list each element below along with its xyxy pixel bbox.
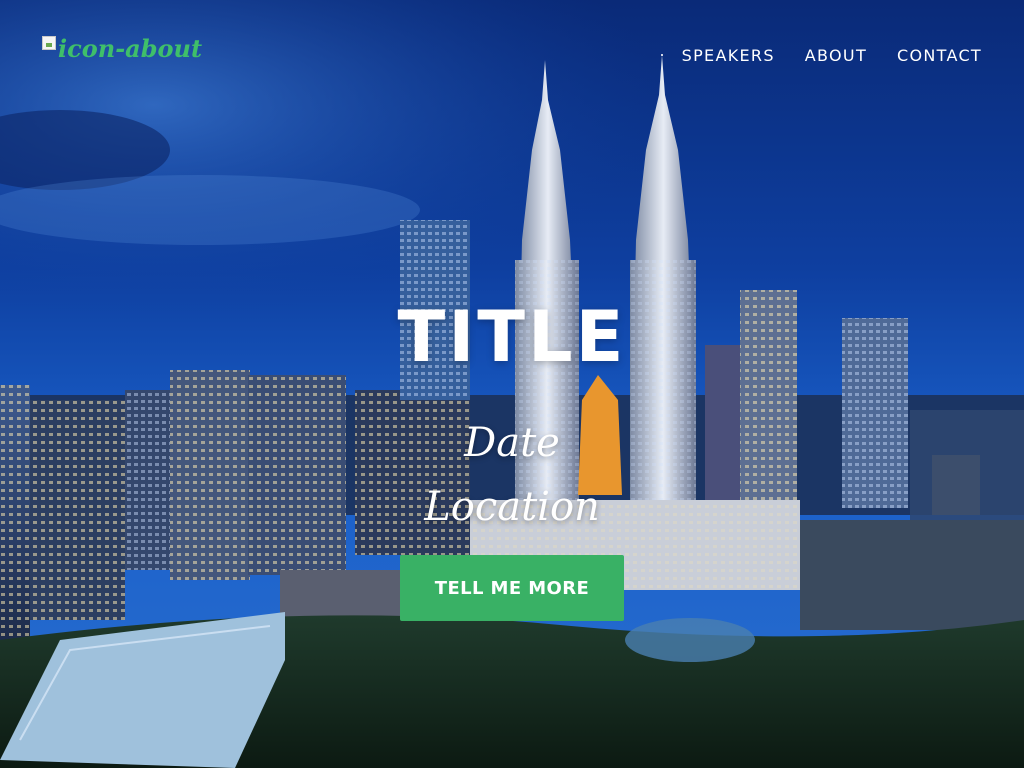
nav-indicator-dot [661,54,663,56]
nav-link-speakers[interactable]: SPEAKERS [682,46,775,65]
brand-alt-text: icon-about [58,34,203,63]
nav-links: SPEAKERS ABOUT CONTACT [682,46,982,65]
hero-date: Date [464,420,560,466]
tell-me-more-button[interactable]: TELL ME MORE [400,555,624,621]
brand-logo-link[interactable]: icon-about [42,34,202,63]
hero-location: Location [424,484,600,530]
nav-link-contact[interactable]: CONTACT [897,46,982,65]
hero-title: TITLE [397,296,627,378]
navbar: icon-about SPEAKERS ABOUT CONTACT [0,0,1024,110]
hero-background [0,0,1024,768]
nav-link-about[interactable]: ABOUT [805,46,867,65]
broken-image-icon [42,35,56,50]
